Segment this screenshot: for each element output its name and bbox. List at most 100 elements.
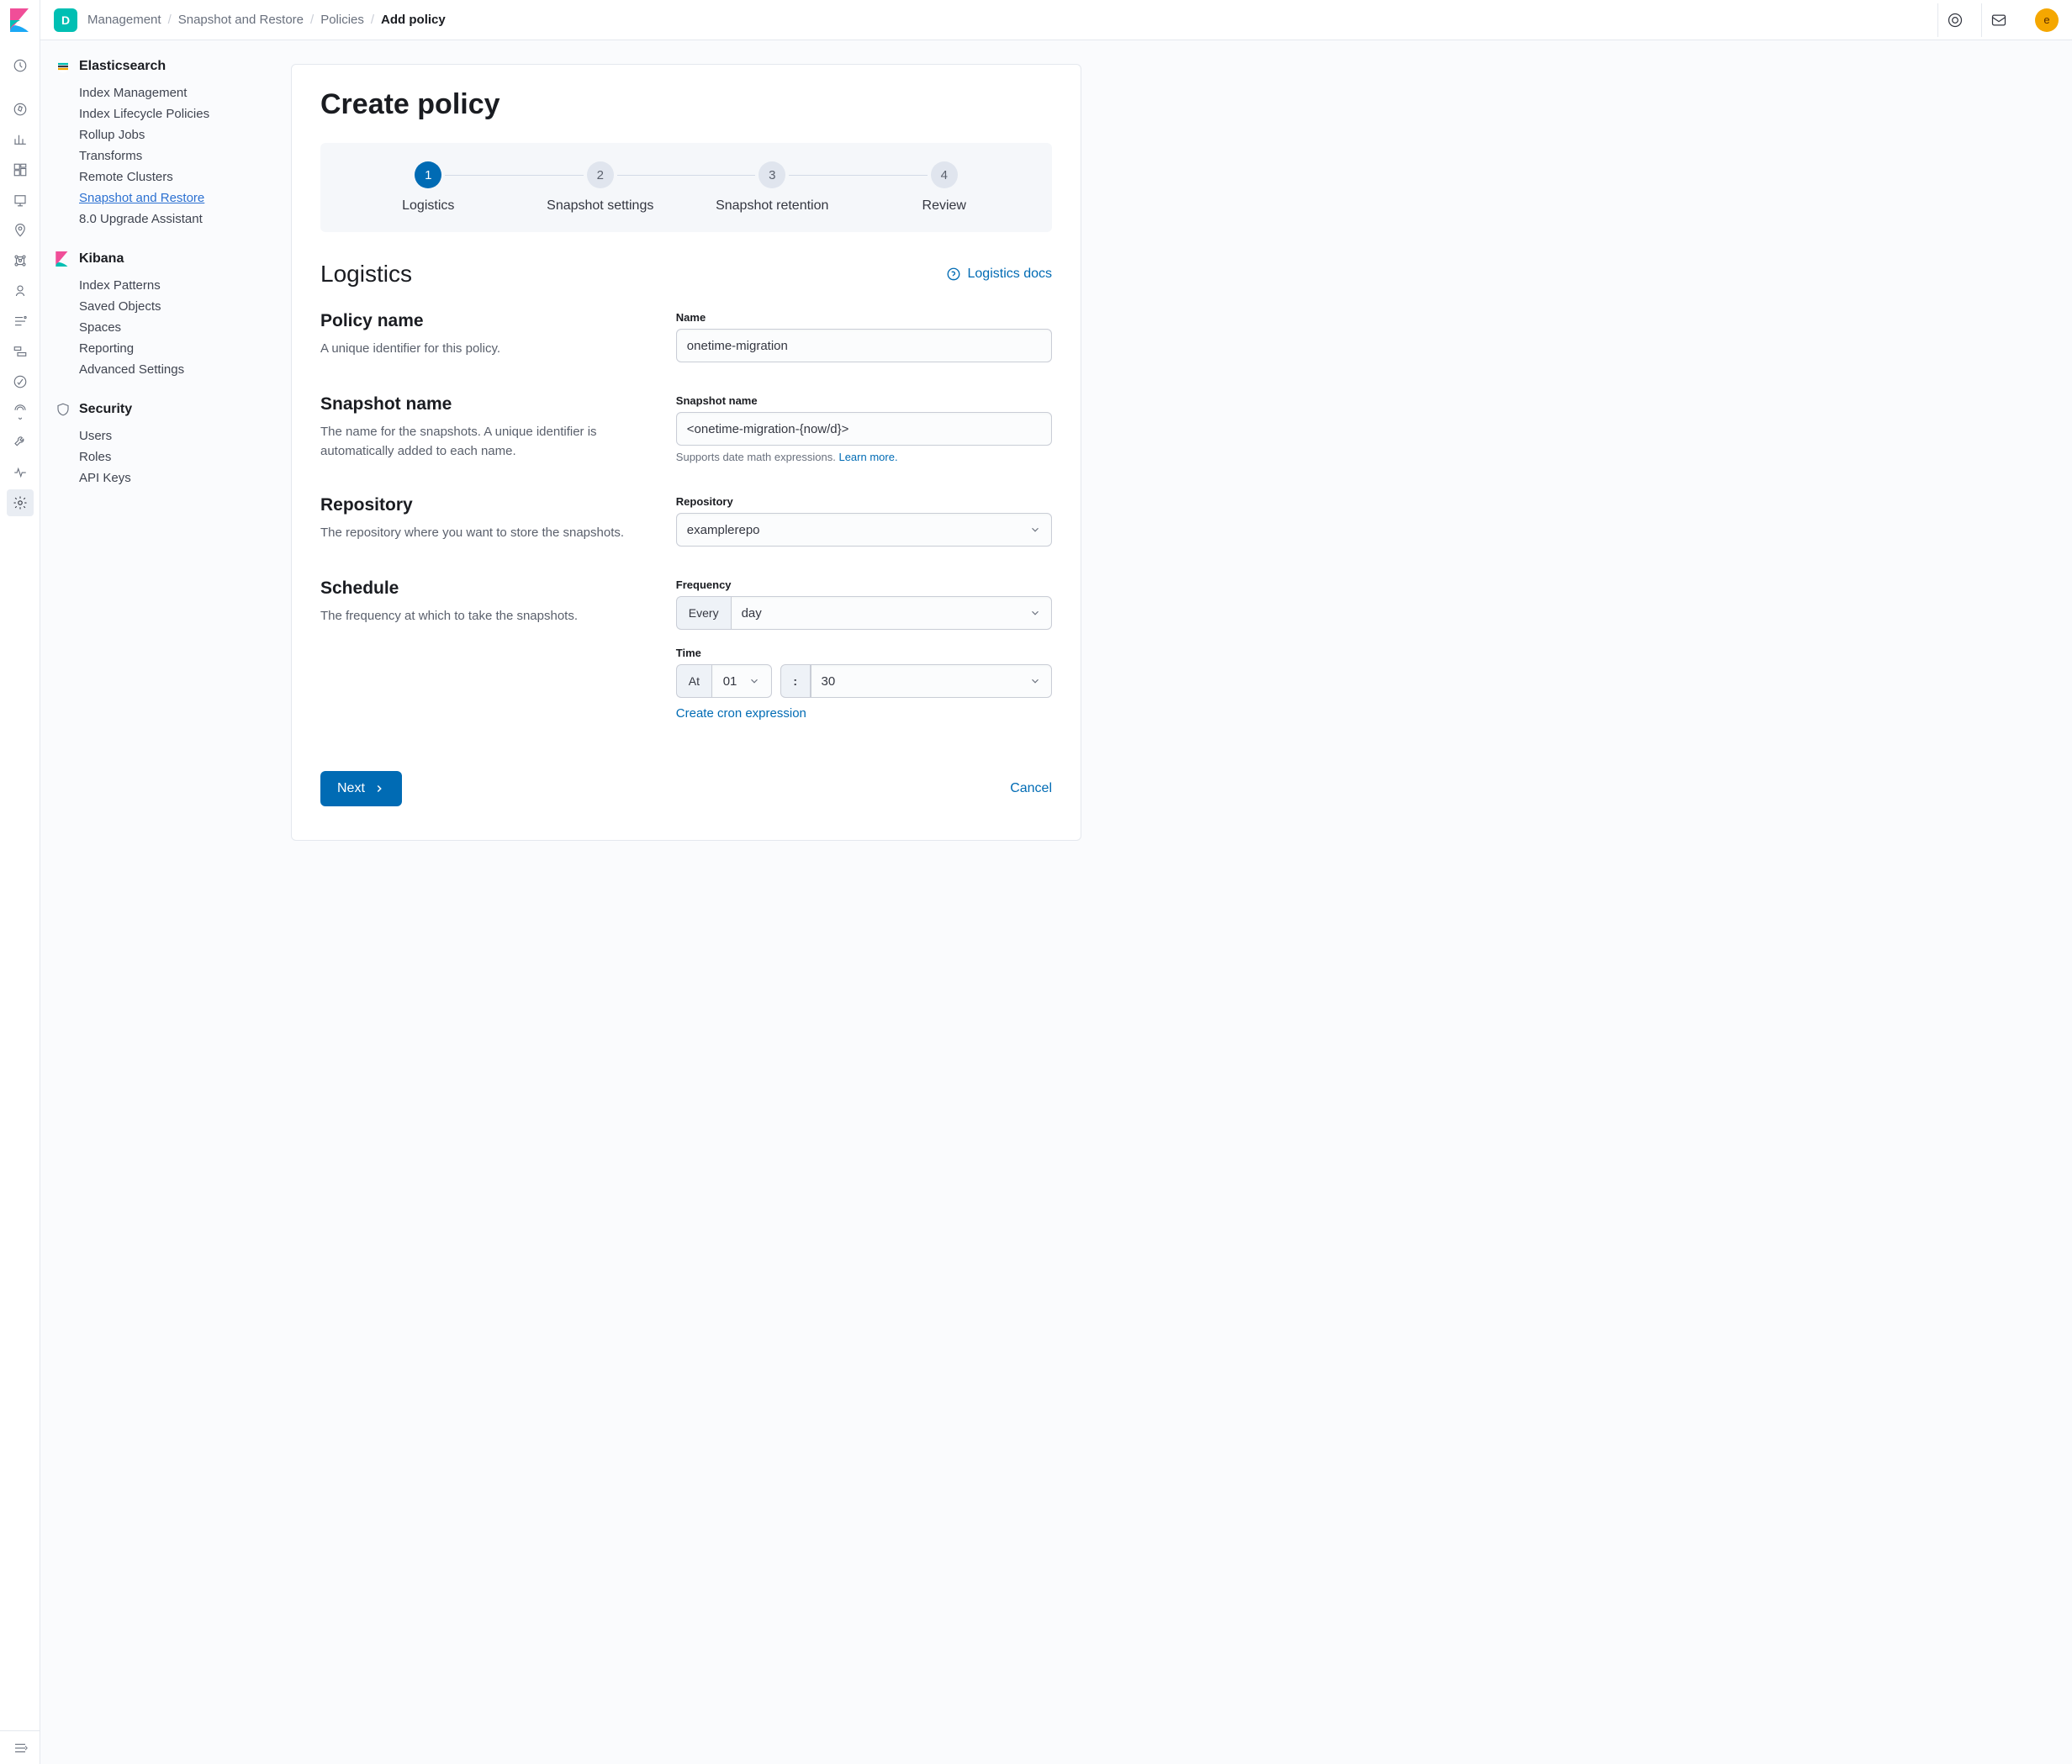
metrics-icon[interactable] <box>7 277 34 304</box>
help-icon[interactable] <box>1937 3 1971 37</box>
cancel-button[interactable]: Cancel <box>1010 781 1052 796</box>
icon-rail <box>0 0 40 1764</box>
schedule-title: Schedule <box>320 578 642 599</box>
time-label: Time <box>676 647 1052 659</box>
hour-value: 01 <box>723 674 737 689</box>
breadcrumb-item[interactable]: Snapshot and Restore <box>178 13 304 27</box>
breadcrumb-item[interactable]: Management <box>87 13 161 27</box>
step-label: Logistics <box>402 198 454 214</box>
snapshot-name-input[interactable] <box>676 412 1052 446</box>
sidebar-item[interactable]: Rollup Jobs <box>79 128 252 142</box>
sidebar-item[interactable]: Index Lifecycle Policies <box>79 107 252 121</box>
step[interactable]: 2 Snapshot settings <box>515 161 687 214</box>
sidebar-item[interactable]: Index Management <box>79 86 252 100</box>
sidebar-item[interactable]: API Keys <box>79 471 252 485</box>
main-content: Create policy 1Logistics2Snapshot settin… <box>267 40 2072 1764</box>
sidebar-section-header: Security <box>56 402 252 417</box>
logs-icon[interactable] <box>7 308 34 335</box>
user-avatar[interactable]: e <box>2035 8 2059 32</box>
step-number: 4 <box>931 161 958 188</box>
time-colon: : <box>780 664 810 698</box>
step-number: 1 <box>415 161 441 188</box>
step-label: Snapshot settings <box>547 198 653 214</box>
sidebar-item[interactable]: Remote Clusters <box>79 170 252 184</box>
newsfeed-icon[interactable] <box>1981 3 2015 37</box>
sec-icon <box>56 402 71 417</box>
ml-icon[interactable] <box>7 247 34 274</box>
sidebar-section-header: Kibana <box>56 251 252 267</box>
step-number: 3 <box>758 161 785 188</box>
chevron-down-icon <box>1029 607 1041 619</box>
devtools-icon[interactable] <box>7 429 34 456</box>
sidebar-item[interactable]: Advanced Settings <box>79 362 252 377</box>
frequency-label: Frequency <box>676 578 1052 591</box>
sidebar-item[interactable]: Roles <box>79 450 252 464</box>
apm-icon[interactable] <box>7 338 34 365</box>
next-button-label: Next <box>337 781 365 796</box>
sidebar-section-title: Security <box>79 402 132 417</box>
minute-value: 30 <box>822 674 836 689</box>
breadcrumb-separator: / <box>310 13 314 27</box>
space-selector[interactable]: D <box>54 8 77 32</box>
name-input[interactable] <box>676 329 1052 362</box>
uptime-icon[interactable] <box>7 368 34 395</box>
management-icon[interactable] <box>7 489 34 516</box>
stepper: 1 Logistics 2 Snapshot settings 3 Snapshot re… <box>320 143 1052 232</box>
breadcrumb: Management / Snapshot and Restore / Policies… <box>87 13 446 27</box>
frequency-value: day <box>742 606 762 621</box>
sidebar-item[interactable]: Spaces <box>79 320 252 335</box>
breadcrumb-separator: / <box>168 13 172 27</box>
sidebar-item[interactable]: Saved Objects <box>79 299 252 314</box>
name-label: Name <box>676 311 1052 324</box>
repository-label: Repository <box>676 495 1052 508</box>
step[interactable]: 3 Snapshot retention <box>686 161 859 214</box>
step-label: Snapshot retention <box>716 198 828 214</box>
docs-link-label: Logistics docs <box>968 267 1053 282</box>
recent-icon[interactable] <box>7 52 34 79</box>
management-sidebar: Elasticsearch Index Management Index Lifec… <box>40 40 267 1764</box>
maps-icon[interactable] <box>7 217 34 244</box>
step[interactable]: 4 Review <box>859 161 1031 214</box>
learn-more-link[interactable]: Learn more. <box>838 451 897 463</box>
frequency-select[interactable]: day <box>731 596 1052 630</box>
sidebar-item[interactable]: Index Patterns <box>79 278 252 293</box>
sidebar-section-title: Kibana <box>79 251 124 267</box>
kibana-logo[interactable] <box>7 7 34 34</box>
sidebar-section-header: Elasticsearch <box>56 59 252 74</box>
topbar: D Management / Snapshot and Restore / Polici… <box>40 0 2072 40</box>
chevron-down-icon <box>1029 524 1041 536</box>
next-button[interactable]: Next <box>320 771 402 806</box>
section-heading: Logistics <box>320 261 412 288</box>
repository-select[interactable]: examplerepo <box>676 513 1052 547</box>
policy-name-desc: A unique identifier for this policy. <box>320 340 642 359</box>
sidebar-item[interactable]: Snapshot and Restore <box>79 191 252 205</box>
sidebar-item[interactable]: Transforms <box>79 149 252 163</box>
step-number: 2 <box>587 161 614 188</box>
policy-name-title: Policy name <box>320 311 642 331</box>
dashboard-icon[interactable] <box>7 156 34 183</box>
minute-select[interactable]: 30 <box>811 664 1053 698</box>
canvas-icon[interactable] <box>7 187 34 214</box>
chevron-right-icon <box>373 783 385 795</box>
es-icon <box>56 59 71 74</box>
repository-value: examplerepo <box>687 523 760 537</box>
step-label: Review <box>922 198 966 214</box>
siem-icon[interactable] <box>7 399 34 425</box>
sidebar-item[interactable]: Users <box>79 429 252 443</box>
sidebar-item[interactable]: 8.0 Upgrade Assistant <box>79 212 252 226</box>
breadcrumb-separator: / <box>371 13 374 27</box>
collapse-nav-icon[interactable] <box>0 1730 40 1764</box>
docs-link[interactable]: Logistics docs <box>946 267 1053 282</box>
monitoring-icon[interactable] <box>7 459 34 486</box>
breadcrumb-item: Add policy <box>381 13 446 27</box>
sidebar-item[interactable]: Reporting <box>79 341 252 356</box>
breadcrumb-item[interactable]: Policies <box>320 13 364 27</box>
visualize-icon[interactable] <box>7 126 34 153</box>
hour-select[interactable]: 01 <box>711 664 772 698</box>
snapshot-name-label: Snapshot name <box>676 394 1052 407</box>
time-prepend: At <box>676 664 711 698</box>
cron-expression-link[interactable]: Create cron expression <box>676 706 806 721</box>
discover-icon[interactable] <box>7 96 34 123</box>
snapshot-name-title: Snapshot name <box>320 394 642 415</box>
kb-icon <box>56 251 71 267</box>
